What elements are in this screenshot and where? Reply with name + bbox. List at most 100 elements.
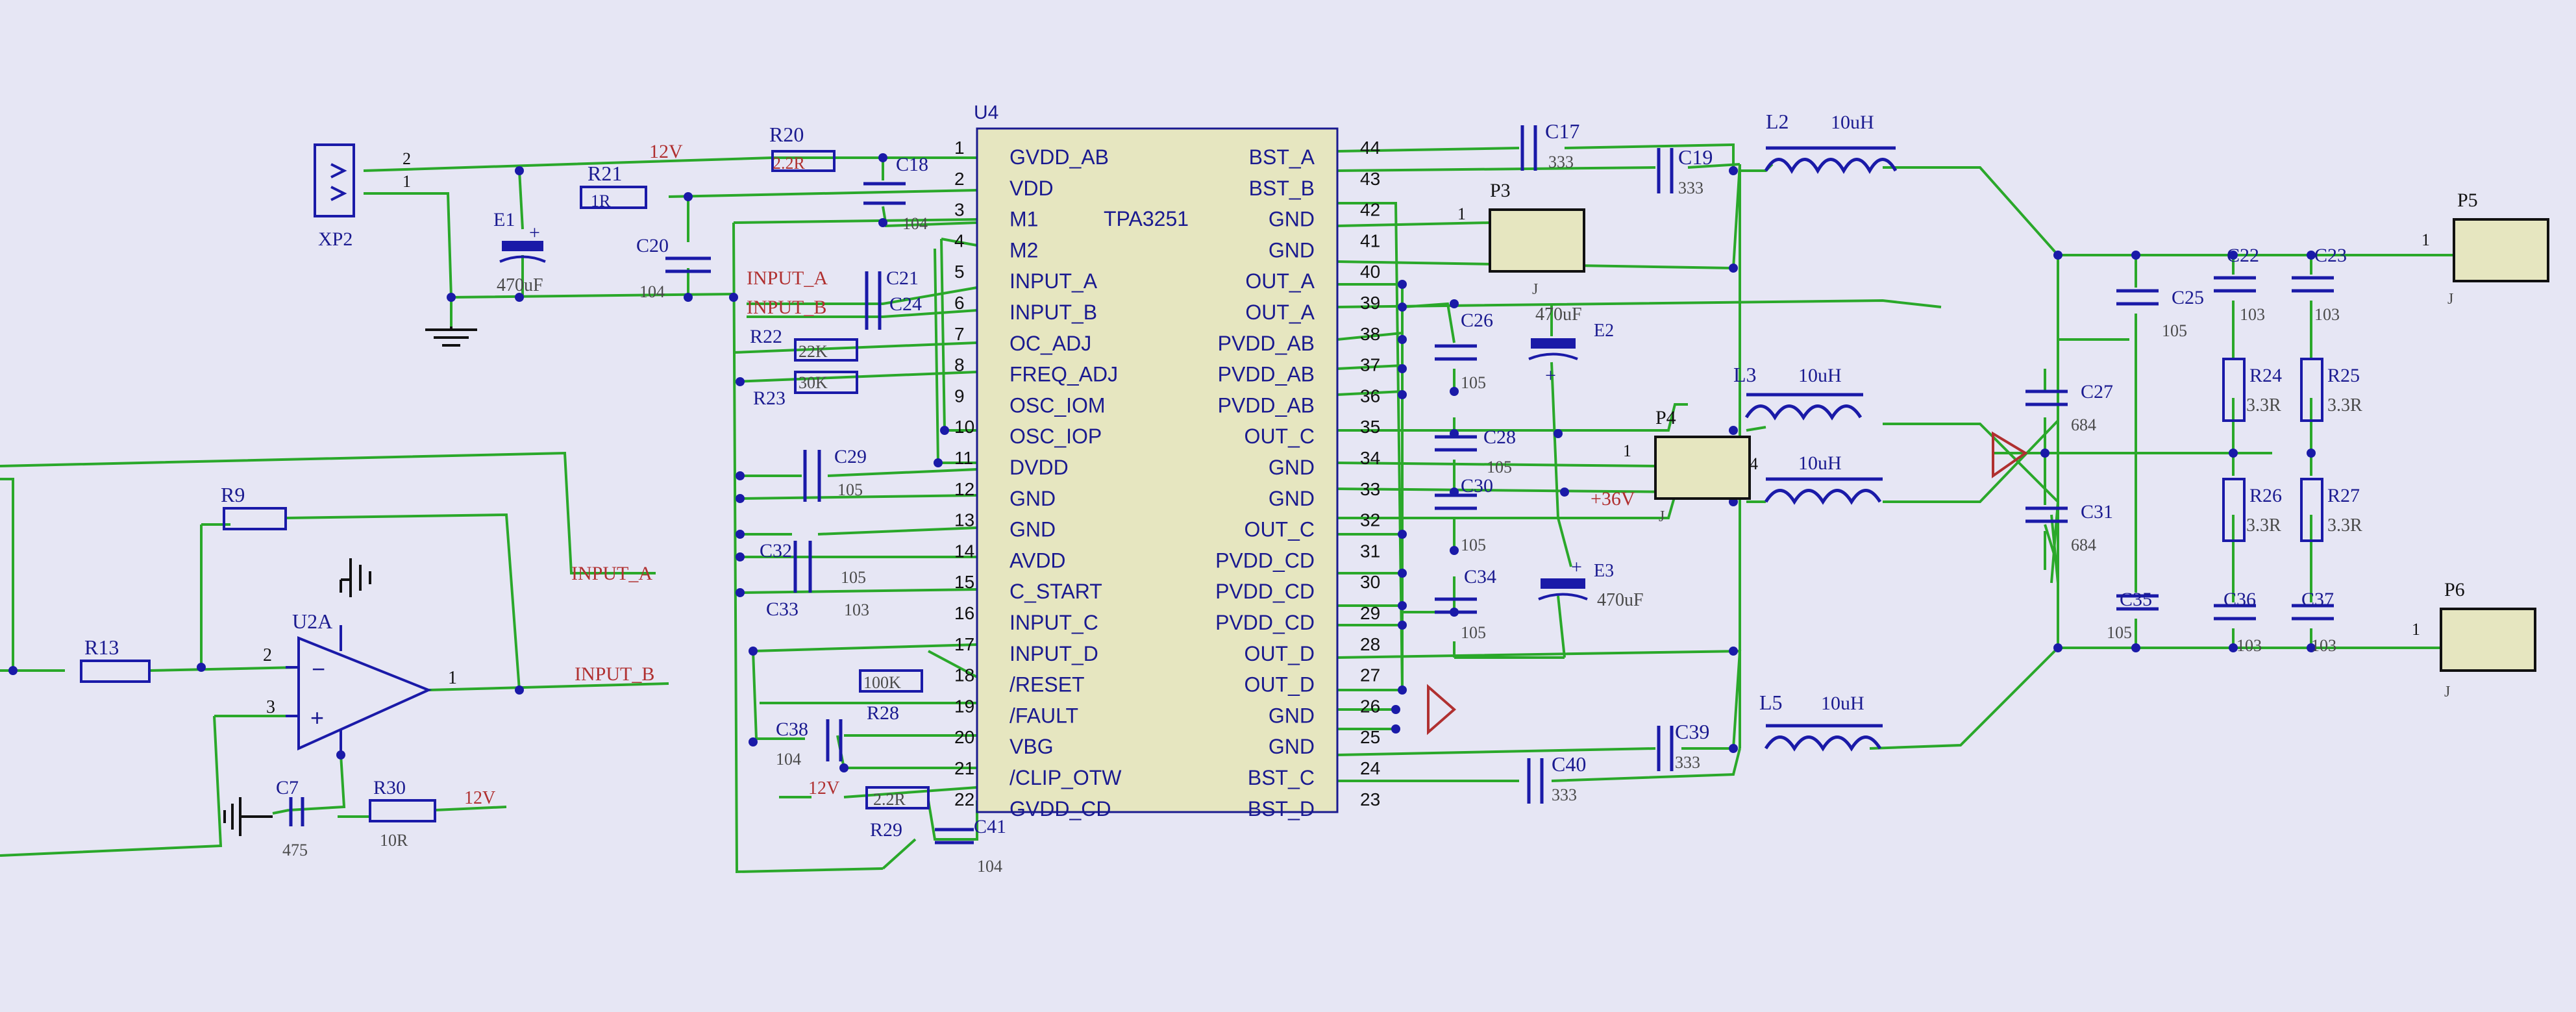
- c37-designator: C37: [2301, 589, 2334, 610]
- opamp-u2a[interactable]: [286, 625, 432, 755]
- ic-pin-number: 43: [1360, 169, 1380, 189]
- ic-pin-number: 26: [1360, 696, 1380, 716]
- ic-pin-number: 14: [954, 541, 974, 561]
- ic-pin-number: 18: [954, 665, 974, 685]
- ic-pin-name: C_START: [1009, 580, 1102, 603]
- c17-designator: C17: [1545, 119, 1579, 143]
- l2-designator: L2: [1766, 110, 1789, 133]
- ic-pin-name: OC_ADJ: [1009, 332, 1091, 355]
- ic-pin-name: GND: [1009, 487, 1056, 510]
- r28-value: 100K: [863, 673, 901, 692]
- c39-designator: C39: [1675, 720, 1709, 743]
- c18-value: 104: [902, 214, 928, 233]
- capacitor-c26[interactable]: [1435, 344, 1477, 361]
- p5-sub-label: J: [2447, 291, 2453, 308]
- c29-designator: C29: [834, 446, 867, 467]
- ic-pin-name: OUT_D: [1245, 673, 1315, 697]
- p3-sub-label: J: [1532, 281, 1538, 298]
- ic-pin-number: 33: [1360, 479, 1380, 499]
- capacitor-c25[interactable]: [2116, 289, 2159, 306]
- r21-value: 1R: [591, 191, 611, 210]
- ic-pin-name: INPUT_D: [1009, 642, 1098, 665]
- e1-designator: E1: [493, 209, 515, 230]
- c30-designator: C30: [1461, 475, 1493, 497]
- connector-p6[interactable]: [2440, 608, 2536, 672]
- resistor-r13[interactable]: [80, 660, 151, 683]
- ground-triangle: [1427, 684, 1457, 735]
- p4-sub-label: J: [1659, 508, 1665, 525]
- connector-xp2[interactable]: XP2 2 1: [314, 143, 411, 250]
- ic-pin-number: 35: [1360, 417, 1380, 437]
- ic-pin-name: GND: [1269, 238, 1315, 262]
- capacitor-c17[interactable]: [1520, 125, 1537, 171]
- capacitor-c30[interactable]: [1435, 493, 1477, 510]
- ic-pin-number: 12: [954, 479, 974, 499]
- ic-pin-number: 4: [954, 230, 965, 251]
- r30-value: 10R: [380, 831, 408, 850]
- p4-pin1-label: 1: [1623, 441, 1631, 460]
- l2-value: 10uH: [1831, 112, 1874, 133]
- ic-pin-name: GND: [1269, 208, 1315, 231]
- ic-pin-name: PVDD_AB: [1218, 363, 1315, 386]
- electrolytic-e3[interactable]: [1538, 578, 1588, 600]
- ic-part-number: TPA3251: [1104, 207, 1189, 230]
- ic-pin-number: 13: [954, 510, 974, 530]
- c33-designator: C33: [766, 599, 799, 620]
- capacitor-c23[interactable]: [2292, 276, 2334, 293]
- c34-value: 105: [1461, 623, 1486, 642]
- r13-designator: R13: [84, 636, 119, 659]
- resistor-r30[interactable]: [369, 799, 436, 822]
- schematic-canvas: U4 TPA3251 GVDD_AB 1 VDD 2 M1 3 M2 4 INPUT_A 5 INP…: [0, 102, 2549, 876]
- capacitor-c29[interactable]: [803, 450, 821, 502]
- ic-pin-number: 7: [954, 324, 965, 344]
- c29-value: 105: [837, 480, 863, 499]
- e3-designator: E3: [1594, 561, 1614, 581]
- electrolytic-e2[interactable]: [1528, 338, 1578, 360]
- ic-pin-name: BST_A: [1249, 145, 1315, 169]
- c7-designator: C7: [276, 777, 299, 798]
- opamp-pin3-label: 3: [266, 697, 275, 717]
- capacitor-c32[interactable]: [793, 541, 812, 593]
- connector-p5[interactable]: [2453, 218, 2549, 282]
- capacitor-c7[interactable]: [289, 797, 304, 826]
- resistor-r9[interactable]: [223, 507, 287, 530]
- p4-designator: P4: [1655, 407, 1676, 428]
- ic-pin-name: INPUT_B: [1009, 301, 1097, 324]
- ic-pin-name: PVDD_AB: [1218, 332, 1315, 355]
- inductor-l3[interactable]: [1744, 393, 1863, 421]
- net-label-input-a-2: INPUT_A: [571, 563, 652, 584]
- c25-designator: C25: [2172, 287, 2204, 308]
- capacitor-c40[interactable]: [1527, 758, 1544, 804]
- capacitor-c21[interactable]: [865, 271, 882, 330]
- ground-symbol: [340, 558, 371, 597]
- connector-p3[interactable]: [1489, 208, 1585, 273]
- capacitor-c31[interactable]: [2025, 506, 2068, 523]
- ic-pin-name: BST_B: [1249, 177, 1315, 200]
- opamp-minus: −: [312, 656, 325, 682]
- ic-pin-number: 15: [954, 572, 974, 592]
- ic-pin-number: 29: [1360, 603, 1380, 623]
- c22-designator: C22: [2227, 245, 2259, 266]
- capacitor-c39[interactable]: [1657, 726, 1674, 771]
- capacitor-c22[interactable]: [2214, 276, 2256, 293]
- capacitor-c27[interactable]: [2025, 389, 2068, 406]
- inductor-l4[interactable]: [1764, 477, 1883, 505]
- c38-value: 104: [776, 750, 801, 769]
- inductor-l2[interactable]: [1764, 146, 1898, 175]
- l5-designator: L5: [1759, 691, 1783, 714]
- inductor-l5[interactable]: [1764, 724, 1883, 752]
- r29-value: 2.2R: [873, 790, 906, 809]
- p5-pin-label: 1: [2421, 230, 2430, 249]
- connector-p4[interactable]: [1654, 436, 1751, 500]
- e2-designator: E2: [1594, 321, 1614, 341]
- p3-pin-label: 1: [1457, 204, 1466, 223]
- capacitor-c19[interactable]: [1657, 148, 1674, 193]
- ic-pin-number: 38: [1360, 324, 1380, 344]
- c18-designator: C18: [896, 154, 928, 175]
- ic-pin-number: 10: [954, 417, 974, 437]
- capacitor-c28[interactable]: [1435, 435, 1477, 452]
- r26-designator: R26: [2249, 485, 2282, 506]
- xp2-designator: XP2: [318, 228, 353, 250]
- p3-designator: P3: [1490, 180, 1511, 201]
- ic-u4[interactable]: U4 TPA3251 GVDD_AB 1 VDD 2 M1 3 M2 4 INPUT_A 5 INP…: [954, 102, 1380, 821]
